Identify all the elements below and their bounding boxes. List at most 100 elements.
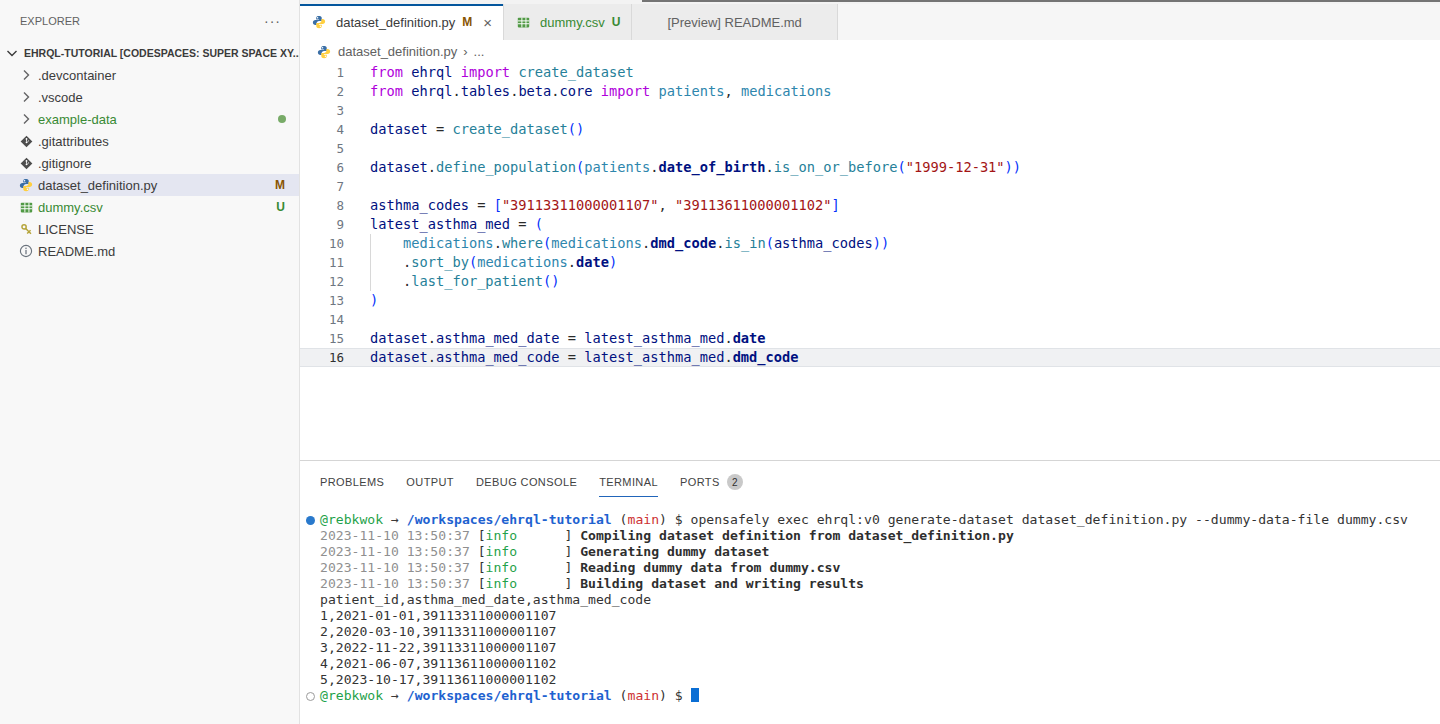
panel-tab-debug-console[interactable]: DEBUG CONSOLE (476, 461, 577, 503)
terminal-token: @rebkwok (320, 512, 383, 527)
more-actions-icon[interactable]: ··· (264, 13, 281, 29)
code-line[interactable]: 10 medications.where(medications.dmd_cod… (300, 234, 1440, 253)
terminal-line: 2023-11-10 13:50:37 [info ] Reading dumm… (305, 560, 1440, 576)
line-number: 6 (300, 158, 344, 177)
code-line[interactable]: 9latest_asthma_med = ( (300, 215, 1440, 234)
code-line[interactable]: 5 (300, 139, 1440, 158)
code-line[interactable]: 2from ehrql.tables.beta.core import pati… (300, 82, 1440, 101)
code-token (650, 83, 658, 99)
panel-tab-label: PORTS (680, 476, 720, 488)
code-line[interactable]: 6dataset.define_population(patients.date… (300, 158, 1440, 177)
terminal-token: Compiling dataset definition from datase… (580, 528, 1014, 543)
terminal-token: ) $ (659, 688, 691, 703)
workspace-root-folder[interactable]: EHRQL-TUTORIAL [CODESPACES: SUPER SPACE … (0, 42, 299, 64)
tree-item-dummy-csv[interactable]: dummy.csvU (0, 196, 299, 218)
code-token: medications (403, 235, 494, 251)
git-status-badge: U (612, 15, 621, 29)
code-token: ehrql (411, 64, 452, 80)
terminal-token: info (486, 544, 518, 559)
code-token: asthma_codes (774, 235, 873, 251)
file-name: LICENSE (38, 222, 94, 237)
tree-item-vscode[interactable]: .vscode (0, 86, 299, 108)
tree-item-dataset-definition-py[interactable]: dataset_definition.pyM (0, 174, 299, 196)
tab-label: [Preview] README.md (667, 15, 801, 30)
code-token: medications (741, 83, 832, 99)
terminal-token: main (628, 512, 660, 527)
terminal-line: 4,2021-06-07,39113611000001102 (305, 656, 1440, 672)
command-decoration-icon (306, 516, 315, 525)
code-token: latest_asthma_med (584, 330, 724, 346)
code-line[interactable]: 15dataset.asthma_med_date = latest_asthm… (300, 329, 1440, 348)
terminal-token: 2023-11-10 13:50:37 (320, 544, 470, 559)
tree-item-license[interactable]: LICENSE (0, 218, 299, 240)
tree-item-gitattributes[interactable]: .gitattributes (0, 130, 299, 152)
code-editor[interactable]: 1from ehrql import create_dataset2from e… (300, 63, 1440, 460)
close-icon[interactable]: × (483, 15, 492, 30)
git-status-badge: M (462, 15, 472, 29)
code-line[interactable]: 3 (300, 101, 1440, 120)
terminal-token: info (486, 560, 518, 575)
code-token (403, 83, 411, 99)
tree-item-readme-md[interactable]: README.md (0, 240, 299, 262)
tree-item-example-data[interactable]: example-data (0, 108, 299, 130)
code-token: import (461, 64, 510, 80)
breadcrumb-file[interactable]: dataset_definition.py (338, 44, 457, 59)
code-token: . (428, 330, 436, 346)
chevron-right-icon (18, 67, 34, 83)
line-number: 2 (300, 82, 344, 101)
code-line[interactable]: 8asthma_codes = ["39113311000001107", "3… (300, 196, 1440, 215)
terminal-token: ( (612, 688, 628, 703)
tree-item-devcontainer[interactable]: .devcontainer (0, 64, 299, 86)
code-token: beta (518, 83, 551, 99)
terminal-token: ( (612, 512, 628, 527)
code-text: medications.where(medications.dmd_code.i… (344, 234, 889, 253)
code-token: is_on_or_before (774, 159, 898, 175)
terminal-line: 2,2020-03-10,39113311000001107 (305, 624, 1440, 640)
panel-tab-terminal[interactable]: TERMINAL (599, 461, 658, 503)
code-text (344, 310, 370, 329)
code-line[interactable]: 7 (300, 177, 1440, 196)
code-token: "39113611000001102" (675, 197, 832, 213)
tab-dataset-definition-py[interactable]: dataset_definition.pyM× (300, 4, 504, 40)
code-line[interactable]: 1from ehrql import create_dataset (300, 63, 1440, 82)
command-decoration-icon (306, 692, 315, 701)
code-token: ) (1005, 159, 1013, 175)
code-text: dataset = create_dataset() (344, 120, 584, 139)
code-line[interactable]: 14 (300, 310, 1440, 329)
chevron-right-icon (18, 89, 34, 105)
panel-tab-ports[interactable]: PORTS2 (680, 461, 743, 503)
editor-tabbar: dataset_definition.pyM×dummy.csvU[Previe… (300, 4, 1440, 40)
code-token: ( (469, 254, 477, 270)
panel-tab-problems[interactable]: PROBLEMS (320, 461, 384, 503)
code-line[interactable]: 13) (300, 291, 1440, 310)
terminal-line: 2023-11-10 13:50:37 [info ] Compiling da… (305, 528, 1440, 544)
bottom-panel: PROBLEMS OUTPUT DEBUG CONSOLE TERMINAL PORTS… (300, 460, 1440, 724)
terminal-line: 1,2021-01-01,39113311000001107 (305, 608, 1440, 624)
code-line[interactable]: 11 .sort_by(medications.date) (300, 253, 1440, 272)
line-number: 3 (300, 101, 344, 120)
code-token: ) (881, 235, 889, 251)
code-line[interactable]: 12 .last_for_patient() (300, 272, 1440, 291)
terminal[interactable]: @rebkwok → /workspaces/ehrql-tutorial (m… (300, 503, 1440, 704)
code-line[interactable]: 4dataset = create_dataset() (300, 120, 1440, 139)
code-token (403, 64, 411, 80)
code-text (344, 139, 370, 158)
code-token: ) (873, 235, 881, 251)
code-token: from (370, 64, 403, 80)
tab-label: dummy.csv (540, 15, 605, 30)
code-token: patients (659, 83, 725, 99)
code-token: ) (1013, 159, 1021, 175)
changes-dot-badge (278, 115, 286, 123)
tab-preview-readme-md[interactable]: [Preview] README.md (632, 4, 837, 40)
code-text: .last_for_patient() (344, 272, 560, 291)
line-number: 8 (300, 196, 344, 215)
table-icon (18, 199, 34, 215)
panel-tab-output[interactable]: OUTPUT (406, 461, 454, 503)
code-line[interactable]: 16dataset.asthma_med_code = latest_asthm… (300, 348, 1440, 367)
line-number: 13 (300, 291, 344, 310)
code-token: ) (370, 292, 378, 308)
tab-dummy-csv[interactable]: dummy.csv U (504, 4, 632, 40)
tree-item-gitignore[interactable]: .gitignore (0, 152, 299, 174)
breadcrumb-more[interactable]: ... (474, 44, 485, 59)
editor-area: dataset_definition.py M × dummy.csv U [Previe… (300, 0, 1440, 724)
